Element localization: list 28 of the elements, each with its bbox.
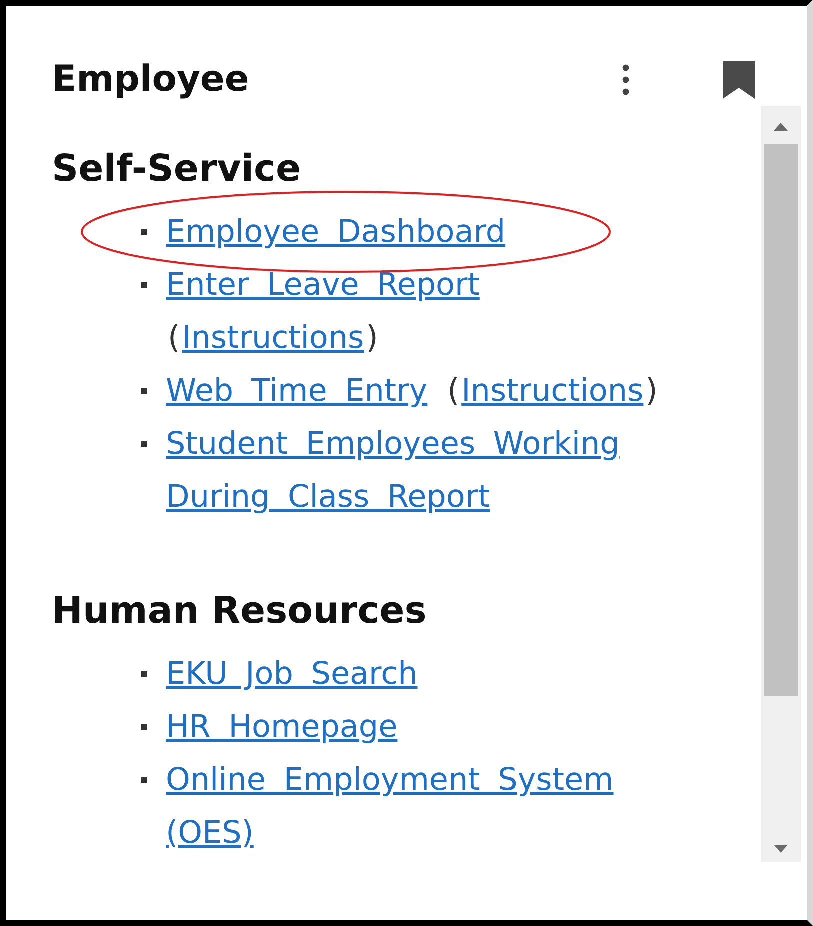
link[interactable]: Student Employees Working During Class Report — [166, 418, 696, 524]
section-heading: Human Resources — [52, 588, 428, 634]
link[interactable]: Online Employment System (OES) — [166, 754, 696, 860]
bullet-icon — [141, 388, 147, 394]
bullet-icon — [141, 777, 147, 783]
parenthesis: ( — [168, 320, 180, 356]
scroll-down-icon[interactable] — [773, 844, 789, 854]
bookmark-icon[interactable] — [723, 61, 755, 99]
parenthesis: ) — [366, 320, 378, 356]
section-heading: Self-Service — [52, 146, 302, 192]
link[interactable]: Instructions — [462, 373, 644, 409]
scroll-up-icon[interactable] — [773, 122, 789, 132]
link[interactable]: Instructions — [182, 320, 364, 356]
widget-title: Employee — [52, 58, 250, 102]
more-options-icon[interactable] — [622, 64, 630, 96]
link[interactable]: EKU Job Search — [166, 648, 418, 701]
parenthesis: ( — [448, 373, 460, 409]
scrollbar[interactable] — [761, 106, 801, 862]
bullet-icon — [141, 282, 147, 288]
parenthesis: ) — [646, 373, 658, 409]
link[interactable]: Enter Leave Report — [166, 259, 480, 312]
scroll-thumb[interactable] — [764, 144, 798, 696]
bullet-icon — [141, 671, 147, 677]
bullet-icon — [141, 441, 147, 447]
bullet-icon — [141, 724, 147, 730]
link[interactable]: HR Homepage — [166, 701, 398, 754]
link[interactable]: Web Time Entry — [166, 365, 428, 418]
bullet-icon — [141, 229, 147, 235]
